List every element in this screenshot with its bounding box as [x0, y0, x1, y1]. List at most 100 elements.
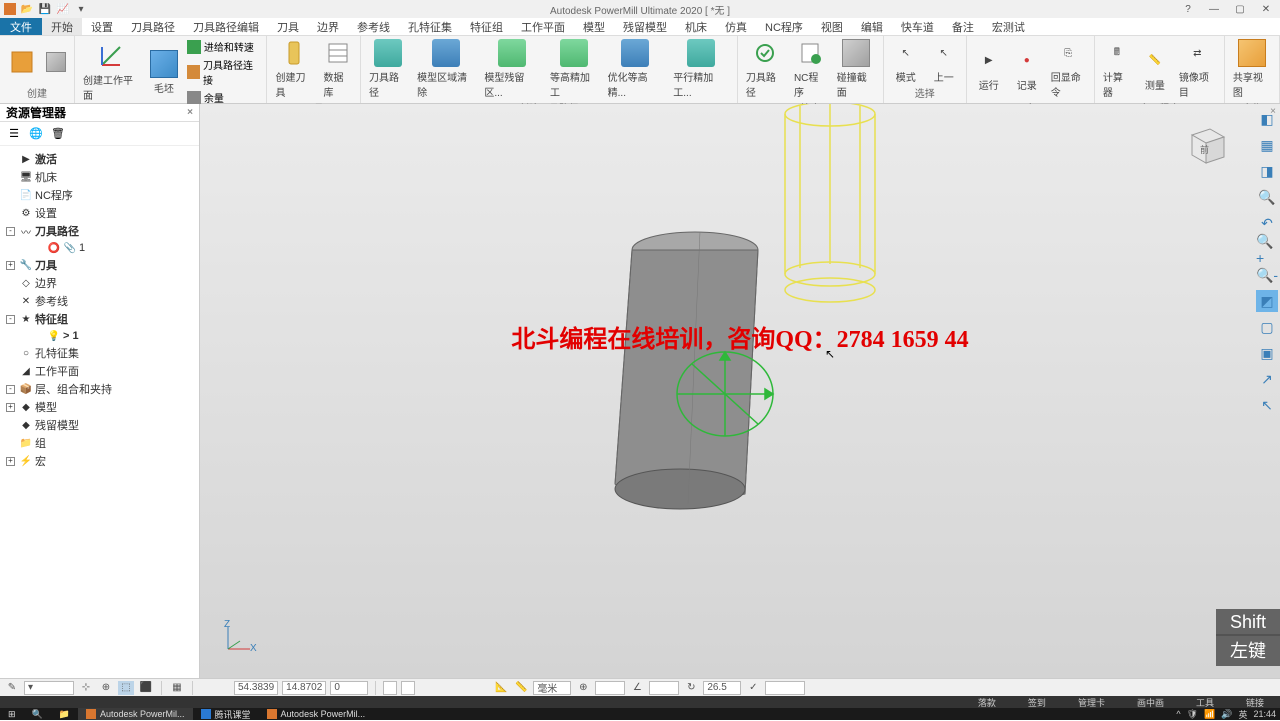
ribbon-run[interactable]: ▶运行 [971, 46, 1007, 93]
ribbon-share-view[interactable]: 共享视图 [1229, 38, 1275, 100]
status-snap4-icon[interactable]: ⬛ [138, 681, 154, 695]
tree-item[interactable]: ⚙设置 [2, 204, 197, 222]
ribbon-record[interactable]: ●记录 [1009, 46, 1045, 93]
rt-iso-icon[interactable]: ◧ [1256, 108, 1278, 130]
ribbon-block-button[interactable]: 毛坯 [146, 49, 182, 96]
qat-chart-icon[interactable]: 📈 [56, 2, 70, 16]
tree-item[interactable]: ◆残留模型 [2, 416, 197, 434]
ribbon-prev[interactable]: ↖上一 [926, 38, 962, 85]
menu-toolpath-edit[interactable]: 刀具路径编辑 [184, 18, 268, 35]
status-ruler-icon[interactable]: 📏 [513, 681, 529, 695]
menu-stock-model[interactable]: 残留模型 [614, 18, 676, 35]
start-button[interactable]: ⊞ [0, 708, 24, 720]
infobar-item-1[interactable]: 签到 [1012, 696, 1062, 709]
rt-shaded-icon[interactable]: ◨ [1256, 160, 1278, 182]
tree-item[interactable]: -★特征组 [2, 310, 197, 328]
menu-edit[interactable]: 编辑 [852, 18, 892, 35]
explorer-delete-icon[interactable]: 🗑 [50, 126, 66, 142]
task-powermill-1[interactable]: Autodesk PowerMil... [78, 708, 193, 720]
status-snap2-icon[interactable]: ⊕ [98, 681, 114, 695]
minimize-button[interactable]: — [1202, 2, 1226, 16]
ribbon-create-tool-button[interactable]: 创建刀具 [271, 38, 317, 100]
status-z-field[interactable]: 0 [330, 681, 368, 695]
status-x-field[interactable]: 54.3839 [234, 681, 278, 695]
rt-zoom-last-icon[interactable]: ↶ [1256, 212, 1278, 234]
qat-dropdown-icon[interactable]: ▾ [74, 2, 88, 16]
tree-item[interactable]: ○孔特征集 [2, 344, 197, 362]
menu-pattern[interactable]: 参考线 [348, 18, 399, 35]
ribbon-measure[interactable]: 📏测量 [1137, 46, 1173, 93]
ribbon-echo[interactable]: ⎘回显命令 [1047, 38, 1090, 100]
rt-zoom-out-icon[interactable]: 🔍- [1256, 264, 1278, 286]
task-search[interactable]: 🔍 [24, 708, 51, 720]
ribbon-database-button[interactable]: 数据库 [319, 38, 356, 100]
menu-tool[interactable]: 刀具 [268, 18, 308, 35]
help-icon[interactable]: ? [1176, 2, 1200, 16]
ribbon-workplane-button[interactable]: 创建工作平面 [79, 41, 144, 103]
qat-open-icon[interactable]: 📂 [20, 2, 34, 16]
ribbon-check-nc[interactable]: NC程序 [790, 38, 831, 100]
ribbon-constant-z[interactable]: 等高精加工 [546, 38, 602, 100]
infobar-item-0[interactable]: 落款 [962, 696, 1012, 709]
menu-macro-test[interactable]: 宏测试 [983, 18, 1034, 35]
tree-item[interactable]: +🔧刀具 [2, 256, 197, 274]
status-grid-icon[interactable]: ▦ [169, 681, 185, 695]
status-angle-icon[interactable]: ∠ [629, 681, 645, 695]
task-tencent[interactable]: 腾讯课堂 [193, 708, 259, 720]
tray-up-icon[interactable]: ^ [1176, 709, 1180, 719]
menu-boundary[interactable]: 边界 [308, 18, 348, 35]
ribbon-collision[interactable]: 碰撞截面 [833, 38, 879, 100]
status-rotate-icon[interactable]: ↻ [683, 681, 699, 695]
menu-model[interactable]: 模型 [574, 18, 614, 35]
ribbon-model-rest[interactable]: 模型残留区... [480, 38, 544, 100]
tree-item[interactable]: 💡> 1 [2, 328, 197, 344]
infobar-item-3[interactable]: 画中画 [1121, 696, 1180, 709]
ribbon-optimized-z[interactable]: 优化等高精... [604, 38, 668, 100]
status-snap3-icon[interactable]: ⬚ [118, 681, 134, 695]
viewcube[interactable]: 前 [1182, 119, 1230, 167]
tray-ime[interactable]: 英 [1238, 708, 1247, 721]
tray-net-icon[interactable]: 📶 [1204, 709, 1215, 720]
tree-item[interactable]: -📦层、组合和夹持 [2, 380, 197, 398]
menu-toolpath[interactable]: 刀具路径 [122, 18, 184, 35]
task-explorer[interactable]: 📁 [51, 708, 78, 720]
tray-shield-icon[interactable]: 🛡 [1187, 709, 1198, 720]
ribbon-model-area-clear[interactable]: 模型区域清除 [413, 38, 478, 100]
rt-arrow-icon[interactable]: ↗ [1256, 368, 1278, 390]
tree-item[interactable]: ▶激活 [2, 150, 197, 168]
menu-start[interactable]: 开始 [42, 18, 82, 35]
menu-machine[interactable]: 机床 [676, 18, 716, 35]
tree-item[interactable]: ✕参考线 [2, 292, 197, 310]
menu-file[interactable]: 文件 [0, 18, 42, 35]
tree-item[interactable]: ◇边界 [2, 274, 197, 292]
status-check1[interactable] [383, 681, 397, 695]
tree-item[interactable]: 🖥机床 [2, 168, 197, 186]
menu-hole-feature[interactable]: 孔特征集 [399, 18, 461, 35]
status-check-icon[interactable]: ✓ [745, 681, 761, 695]
explorer-tree-icon[interactable]: ☰ [6, 126, 22, 142]
ribbon-calculator[interactable]: 🖩计算器 [1099, 38, 1135, 100]
rt-block-icon[interactable]: ◩ [1256, 290, 1278, 312]
ribbon-feed-button[interactable]: 进给和转速 [184, 38, 263, 55]
close-button[interactable]: ✕ [1254, 2, 1278, 16]
menu-workplane[interactable]: 工作平面 [512, 18, 574, 35]
tray-time[interactable]: 21:44 [1253, 709, 1276, 719]
status-snap1-icon[interactable]: ⊹ [78, 681, 94, 695]
menu-simulate[interactable]: 仿真 [716, 18, 756, 35]
qat-save-icon[interactable]: 💾 [38, 2, 52, 16]
explorer-close-button[interactable]: × [187, 107, 193, 118]
maximize-button[interactable]: ▢ [1228, 2, 1252, 16]
ribbon-parallel[interactable]: 平行精加工... [669, 38, 733, 100]
rt-zoom-fit-icon[interactable]: 🔍 [1256, 186, 1278, 208]
rt-view2-icon[interactable]: ▣ [1256, 342, 1278, 364]
menu-notes[interactable]: 备注 [943, 18, 983, 35]
status-y-field[interactable]: 14.8702 [282, 681, 326, 695]
status-pencil-icon[interactable]: ✎ [4, 681, 20, 695]
status-empty1[interactable] [595, 681, 625, 695]
ribbon-connection-button[interactable]: 刀具路径连接 [184, 56, 263, 88]
menu-view[interactable]: 视图 [812, 18, 852, 35]
ribbon-toolpath-button[interactable]: 刀具路径 [365, 38, 411, 100]
tree-item[interactable]: 📁组 [2, 434, 197, 452]
tree-item[interactable]: 📄NC程序 [2, 186, 197, 204]
status-dropdown[interactable]: ▾ [24, 681, 74, 695]
